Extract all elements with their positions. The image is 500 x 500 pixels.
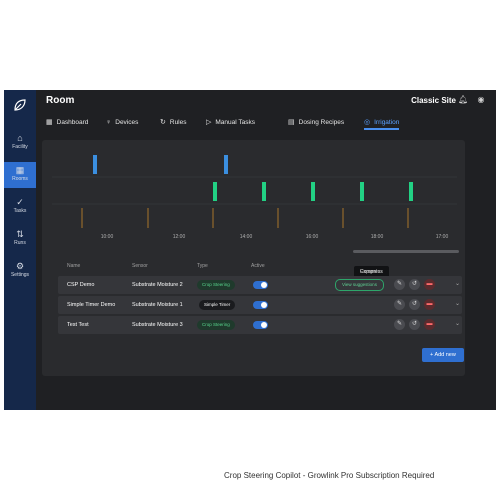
drop-icon: ◎	[364, 119, 371, 126]
timeline-event	[213, 182, 217, 201]
time-tick: 16:00	[306, 234, 319, 240]
leaf-logo-icon	[14, 99, 26, 111]
timeline-event	[93, 155, 97, 174]
irrigation-panel: 10:00 12:00 14:00 16:00 18:00 17:00 Name…	[42, 140, 465, 376]
active-toggle[interactable]	[253, 321, 268, 329]
timeline-event	[311, 182, 315, 201]
history-icon[interactable]: ↺	[409, 319, 420, 330]
time-tick: 12:00	[173, 234, 186, 240]
app-window: ⌂ Facility ▦ Rooms ✓ Tasks ⇅ Runs ⚙ Sett…	[4, 90, 496, 410]
table-header: Name Sensor Type Active Compress AllExpa…	[58, 256, 462, 287]
sidebar-item-rooms[interactable]: ▦ Rooms	[4, 162, 36, 188]
sidebar-item-settings[interactable]: ⚙ Settings	[4, 258, 36, 284]
timeline-event	[360, 182, 364, 201]
edit-icon[interactable]: ✎	[394, 279, 405, 290]
tab-irrigation[interactable]: ◎ Irrigation	[364, 116, 400, 130]
timeline-event	[262, 182, 266, 201]
sort-icon: ⇅	[16, 229, 24, 239]
timeline-event	[224, 155, 228, 174]
edit-icon[interactable]: ✎	[394, 299, 405, 310]
sidebar: ⌂ Facility ▦ Rooms ✓ Tasks ⇅ Runs ⚙ Sett…	[4, 90, 36, 410]
tasks-icon: ✓	[16, 197, 24, 207]
tab-dashboard[interactable]: ▦ Dashboard	[46, 116, 88, 130]
header: Room Classic Site 🔔︎ ◉	[36, 90, 496, 112]
tab-dosing-recipes[interactable]: ▤ Dosing Recipes	[288, 116, 344, 130]
active-toggle[interactable]	[253, 281, 268, 289]
tab-rules[interactable]: ↻ Rules	[160, 116, 187, 130]
bell-icon[interactable]: 🔔︎	[458, 95, 468, 105]
play-icon: ▷	[206, 119, 212, 126]
chevron-down-icon[interactable]: ⌄	[455, 280, 460, 287]
sidebar-item-facility[interactable]: ⌂ Facility	[4, 130, 36, 156]
edit-icon[interactable]: ✎	[394, 319, 405, 330]
table-row[interactable]: Test Test Substrate Moisture 3 Crop Stee…	[58, 316, 462, 334]
sidebar-item-tasks[interactable]: ✓ Tasks	[4, 194, 36, 220]
user-icon[interactable]: ◉	[476, 95, 486, 105]
refresh-icon: ↻	[160, 119, 166, 126]
type-badge: Crop Steering	[197, 320, 235, 330]
time-tick: 17:00	[436, 234, 449, 240]
trash-icon[interactable]: ▬	[424, 319, 435, 330]
active-toggle[interactable]	[253, 301, 268, 309]
history-icon[interactable]: ↺	[409, 299, 420, 310]
site-name[interactable]: Classic Site	[411, 96, 456, 105]
irrigation-timeline: 10:00 12:00 14:00 16:00 18:00 17:00	[52, 155, 457, 240]
page-title: Room	[46, 95, 75, 106]
home-icon: ⌂	[17, 133, 23, 143]
add-new-button[interactable]: + Add new	[422, 348, 464, 362]
history-icon[interactable]: ↺	[409, 279, 420, 290]
type-badge: Crop Steering	[197, 280, 235, 290]
bulb-icon: ♀	[106, 119, 112, 126]
time-tick: 10:00	[101, 234, 114, 240]
view-suggestions-button[interactable]: View suggestions	[335, 279, 384, 291]
chevron-down-icon[interactable]: ⌄	[455, 320, 460, 327]
timeline-event	[409, 182, 413, 201]
grid-icon: ▦	[15, 165, 25, 175]
time-tick: 18:00	[371, 234, 384, 240]
table-row[interactable]: Simple Timer Demo Substrate Moisture 1 S…	[58, 296, 462, 314]
tab-manual-tasks[interactable]: ▷ Manual Tasks	[206, 116, 255, 130]
caption: Crop Steering Copilot - Growlink Pro Sub…	[224, 471, 435, 480]
table-icon: ▤	[288, 119, 295, 126]
tab-bar: ▦ Dashboard ♀ Devices ↻ Rules ▷ Manual Tasks…	[36, 112, 496, 132]
timeline-scrollbar[interactable]	[353, 250, 459, 253]
chevron-down-icon[interactable]: ⌄	[455, 300, 460, 307]
type-badge: Simple Timer	[199, 300, 236, 310]
tab-devices[interactable]: ♀ Devices	[106, 116, 138, 130]
trash-icon[interactable]: ▬	[424, 279, 435, 290]
trash-icon[interactable]: ▬	[424, 299, 435, 310]
table-row[interactable]: CSP Demo Substrate Moisture 2 Crop Steer…	[58, 276, 462, 294]
irrigation-table: Name Sensor Type Active Compress AllExpa…	[58, 256, 462, 334]
time-tick: 14:00	[240, 234, 253, 240]
gear-icon: ⚙	[15, 261, 25, 271]
dashboard-icon: ▦	[46, 119, 53, 126]
sidebar-item-runs[interactable]: ⇅ Runs	[4, 226, 36, 252]
